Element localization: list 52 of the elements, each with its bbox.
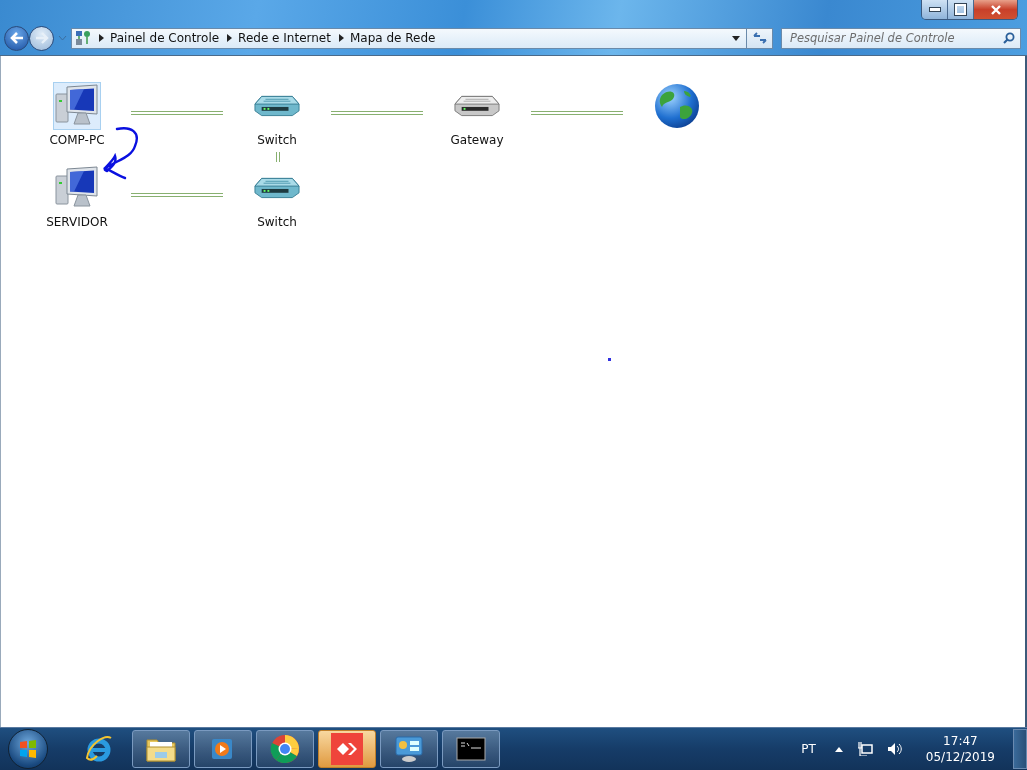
address-bar[interactable]: Painel de Controle Rede e Internet Mapa de Rede [71,27,747,49]
close-button[interactable] [974,0,1017,19]
node-label: Gateway [450,133,504,147]
taskbar-button[interactable] [256,730,314,768]
back-button[interactable] [4,25,29,51]
chrome-logo-icon [270,734,300,764]
dropdown-arrow-icon[interactable] [732,35,740,41]
node-label: Switch [257,133,297,147]
breadcrumb[interactable]: Mapa de Rede [349,31,436,45]
language-indicator[interactable]: PT [801,742,816,756]
forward-arrow-icon [34,32,49,44]
refresh-button[interactable] [747,27,773,49]
terminal-icon [456,737,486,761]
breadcrumb-arrow-icon[interactable] [227,34,233,42]
refresh-arrows-icon [751,31,768,45]
windows-logo-icon [18,739,38,759]
breadcrumb[interactable]: Painel de Controle [110,31,220,45]
diamond-chevron-icon [331,733,363,765]
clock-date: 05/12/2019 [925,749,995,765]
node-highlight[interactable] [53,82,101,130]
network-icon[interactable] [856,742,873,756]
breadcrumb[interactable]: Rede e Internet [238,31,331,45]
globe-icon [654,83,700,129]
minimize-button[interactable] [922,0,948,19]
computer-icon [54,166,100,210]
search-icon[interactable] [1003,32,1015,44]
clock[interactable]: 17:47 05/12/2019 [925,733,995,765]
node-label: SERVIDOR [46,215,108,229]
control-panel-icon [394,734,424,764]
switch-icon [254,94,300,118]
node-label: COMP-PC [49,133,105,147]
breadcrumb-arrow-icon[interactable] [99,34,104,42]
switch-icon [254,176,300,200]
breadcrumb-arrow-icon[interactable] [338,34,344,42]
close-icon [989,4,1002,15]
node-highlight[interactable] [653,82,701,130]
node-label: Switch [257,215,297,229]
taskbar-button[interactable] [380,730,438,768]
start-button[interactable] [8,729,48,769]
taskbar-button[interactable] [442,730,500,768]
gateway-icon [454,94,500,118]
forward-button[interactable] [29,25,54,51]
back-arrow-icon [9,32,24,44]
computer-icon [54,84,100,128]
taskbar-button[interactable] [132,730,190,768]
dot-mark [608,358,611,361]
restore-button[interactable] [948,0,974,19]
show-hidden-icons-arrow-icon[interactable] [834,746,843,752]
clock-time: 17:47 [943,733,978,749]
speaker-icon[interactable] [886,742,903,756]
network-icon [75,30,91,46]
search-field[interactable]: Pesquisar Painel de Controle [781,27,1021,49]
